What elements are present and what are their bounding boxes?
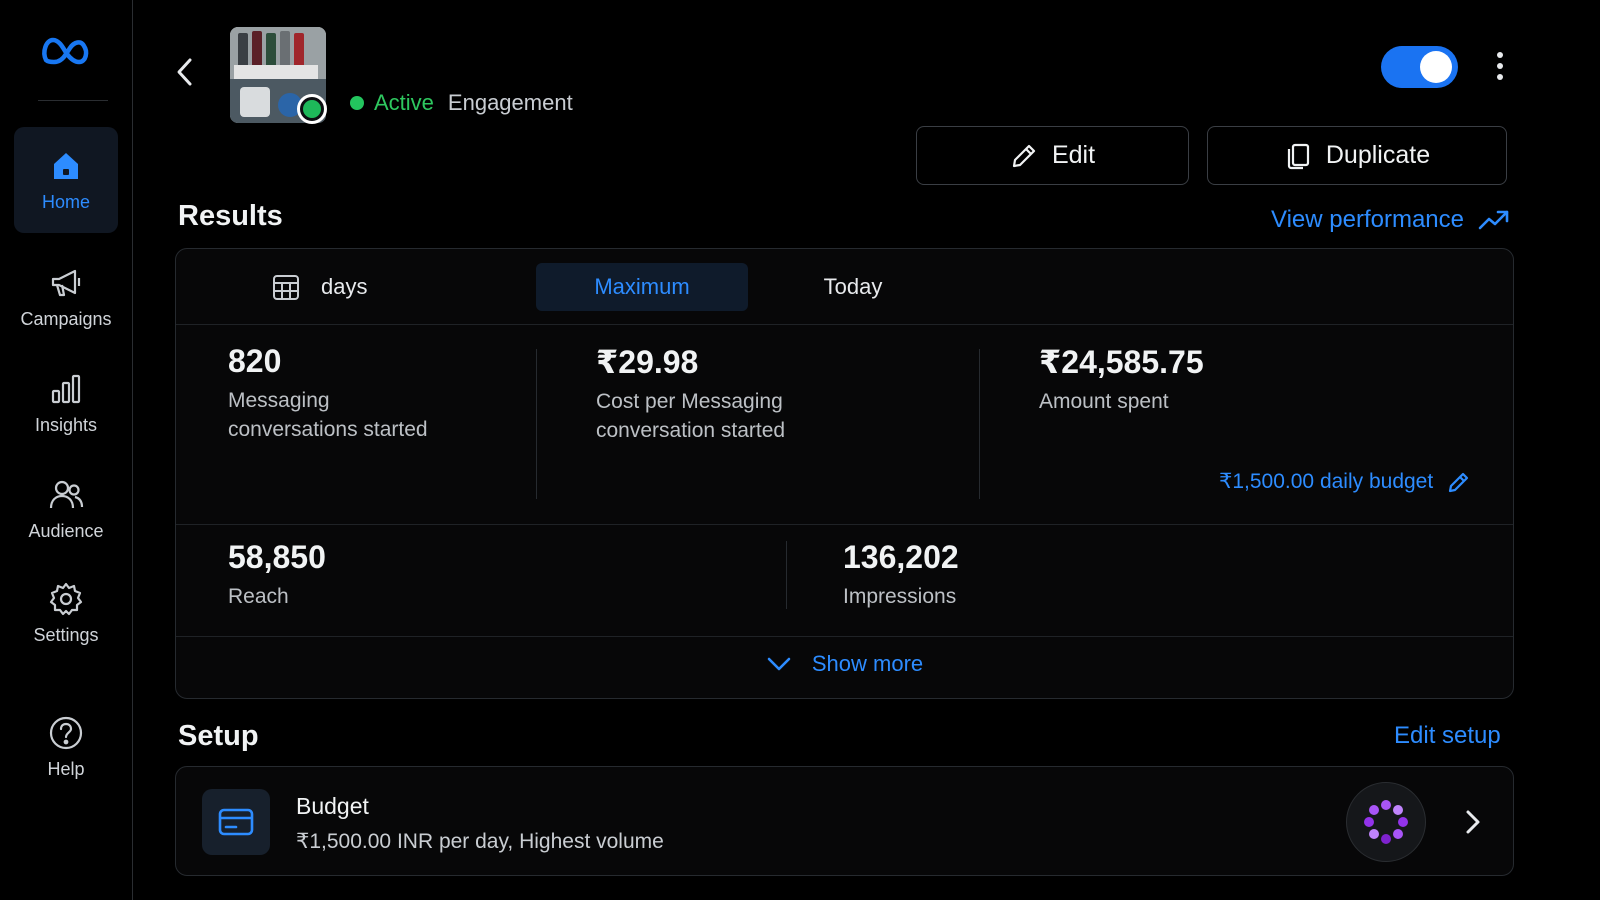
results-row-divider [176, 524, 1513, 525]
campaign-objective: Engagement [447, 90, 573, 115]
results-heading: Results [178, 200, 283, 232]
view-performance-link[interactable]: View performance [1271, 206, 1510, 234]
more-icon-dot [1497, 63, 1503, 69]
duplicate-icon [1287, 143, 1309, 169]
chevron-down-icon [767, 657, 791, 671]
chevron-right-icon [1466, 810, 1480, 834]
edit-button[interactable]: Edit [916, 126, 1189, 185]
sidebar-item-label: Settings [33, 624, 99, 645]
home-icon [54, 152, 78, 179]
metric-divider [786, 541, 787, 609]
status-badge: Active [374, 90, 434, 115]
budget-icon-tile [202, 789, 270, 855]
show-more-label: Show more [811, 651, 924, 676]
sidebar-item-home[interactable]: Home [14, 127, 118, 233]
gear-icon [49, 582, 83, 615]
ai-sparkle-icon [1364, 800, 1408, 844]
metric-divider [979, 349, 980, 499]
metric-label: Amount spent [1039, 390, 1169, 413]
budget-detail: ₹1,500.00 INR per day, Highest volume [296, 830, 664, 853]
metric-divider [536, 349, 537, 499]
trend-up-icon [1478, 210, 1509, 230]
pencil-icon [1012, 144, 1036, 167]
edit-setup-link[interactable]: Edit setup [1394, 722, 1501, 750]
tab-label: Maximum [594, 274, 690, 299]
megaphone-icon [51, 269, 81, 296]
duplicate-button-label: Duplicate [1325, 141, 1431, 169]
more-icon-dot [1497, 74, 1503, 80]
budget-setup-row[interactable]: Budget ₹1,500.00 INR per day, Highest vo… [175, 766, 1514, 876]
setup-heading: Setup [178, 720, 259, 752]
sidebar: Home Campaigns Insights Audience Setting… [0, 0, 133, 900]
more-options-button[interactable] [1490, 48, 1510, 84]
metric-value: ₹24,585.75 [1039, 344, 1204, 380]
toggle-knob [1420, 51, 1452, 83]
view-performance-label: View performance [1271, 206, 1464, 233]
metric-value: ₹29.98 [596, 344, 699, 380]
sidebar-item-campaigns[interactable]: Campaigns [14, 244, 118, 350]
budget-title: Budget [296, 793, 369, 819]
credit-card-icon [218, 808, 254, 836]
budget-open-button[interactable] [1456, 799, 1490, 845]
metric-cost-per-result: ₹29.98 Cost per Messaging conversation s… [596, 343, 796, 445]
show-more-button[interactable]: Show more [176, 639, 1513, 689]
sidebar-item-audience[interactable]: Audience [14, 456, 118, 562]
tab-today[interactable]: Today [788, 263, 918, 311]
results-card: days Maximum Today 820 Messaging convers… [175, 248, 1514, 699]
metric-label: Messaging conversations started [228, 389, 428, 441]
tab-maximum[interactable]: Maximum [536, 263, 748, 311]
metric-messaging: 820 Messaging conversations started [228, 343, 428, 444]
pencil-icon [1449, 472, 1469, 492]
back-button[interactable] [170, 52, 200, 92]
status-dot [350, 96, 364, 110]
metric-amount-spent: ₹24,585.75 Amount spent [1039, 343, 1339, 416]
sidebar-divider [38, 100, 108, 101]
help-icon [49, 716, 83, 749]
campaign-status: Active Engagement [350, 90, 573, 116]
calendar-icon [273, 275, 299, 300]
ai-assistant-button[interactable] [1346, 782, 1426, 862]
tab-days[interactable]: days [261, 263, 391, 311]
date-range-tabs: days Maximum Today [176, 249, 1513, 325]
tab-label: days [321, 274, 368, 299]
meta-logo-icon[interactable] [40, 34, 92, 68]
active-status-indicator [297, 94, 327, 124]
metric-value: 820 [228, 343, 282, 379]
sidebar-item-help[interactable]: Help [14, 694, 118, 800]
daily-budget-label: ₹1,500.00 daily budget [1219, 470, 1434, 493]
metric-label: Cost per Messaging conversation started [596, 390, 786, 442]
metric-value: 58,850 [228, 539, 326, 575]
metric-label: Reach [228, 585, 289, 608]
chevron-left-icon [177, 58, 192, 86]
edit-button-label: Edit [1051, 141, 1096, 169]
metric-value: 136,202 [843, 539, 959, 575]
metric-label: Impressions [843, 585, 957, 608]
sidebar-item-label: Insights [34, 414, 98, 435]
results-row-divider [176, 636, 1513, 637]
more-icon-dot [1497, 52, 1503, 58]
duplicate-button[interactable]: Duplicate [1207, 126, 1507, 185]
sidebar-item-insights[interactable]: Insights [14, 350, 118, 456]
tab-label: Today [823, 274, 883, 299]
people-icon [49, 480, 84, 508]
sidebar-item-settings[interactable]: Settings [14, 560, 118, 666]
campaign-toggle[interactable] [1381, 46, 1458, 88]
sidebar-item-label: Audience [28, 520, 104, 541]
sidebar-item-label: Help [47, 758, 85, 779]
daily-budget-link[interactable]: ₹1,500.00 daily budget [1219, 469, 1471, 494]
metric-impressions: 136,202 Impressions [843, 539, 1143, 611]
sidebar-item-label: Campaigns [20, 308, 112, 329]
sidebar-item-label: Home [41, 191, 90, 212]
bar-chart-icon [51, 374, 81, 403]
metric-reach: 58,850 Reach [228, 539, 528, 611]
